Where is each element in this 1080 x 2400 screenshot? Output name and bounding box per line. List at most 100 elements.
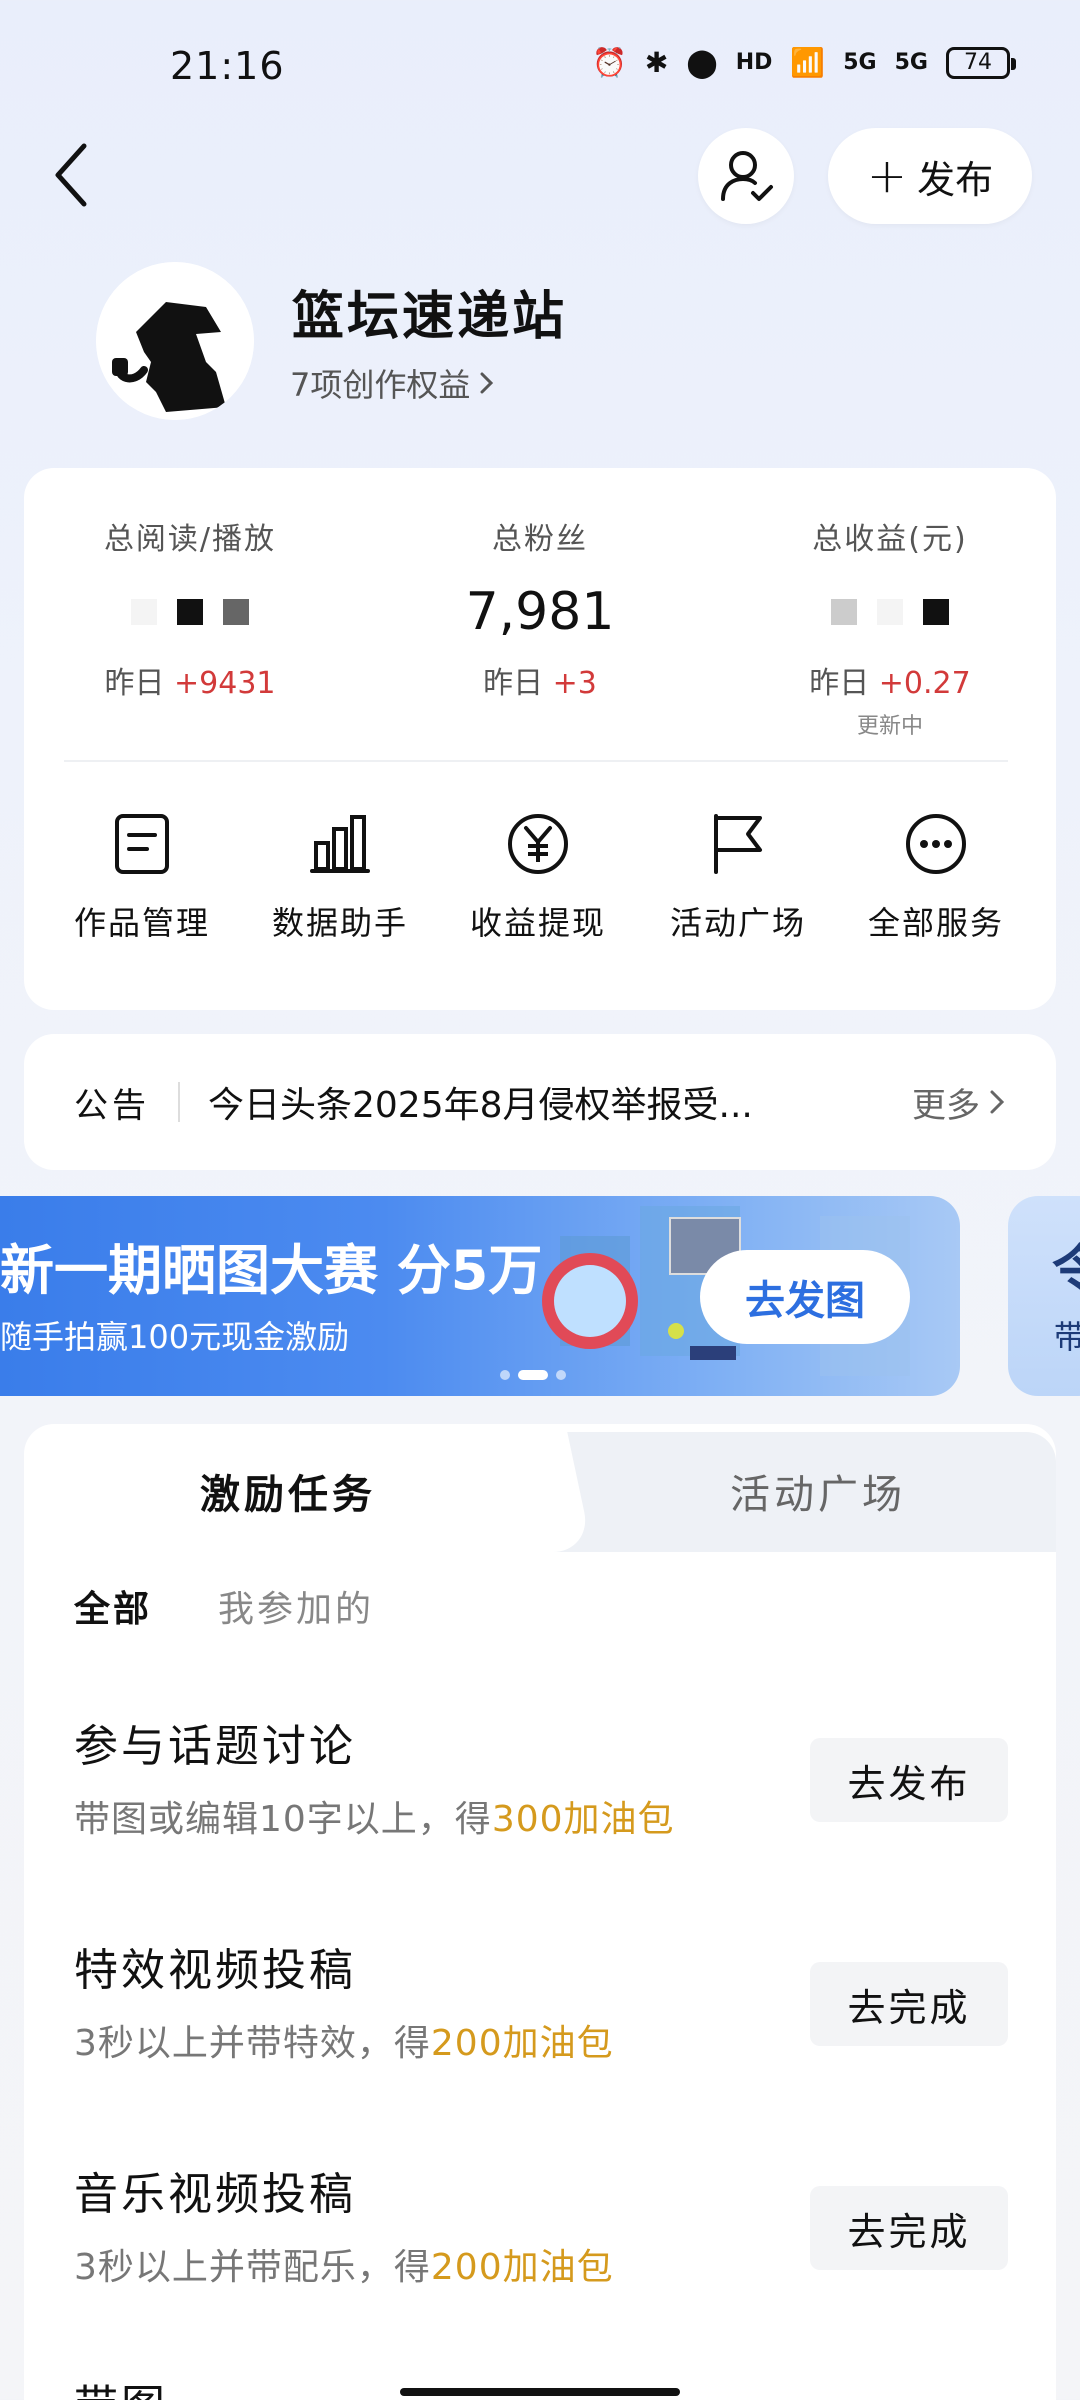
filter-all[interactable]: 全部 [74,1580,152,1632]
stat-total-income[interactable]: 总收益(元) 昨日 +0.27 更新中 [740,514,1040,740]
task-description: 带图或编辑10字以上，得300加油包 [74,1790,675,1842]
filter-joined[interactable]: 我参加的 [218,1580,374,1632]
chevron-right-icon [480,372,494,394]
wifi-icon: 📶 [790,46,826,79]
stat-label: 总阅读/播放 [103,522,277,557]
announcement-text[interactable]: 今日头条2025年8月侵权举报受... [208,1076,912,1128]
stat-value: 7,981 [465,582,615,642]
updating-label: 更新中 [856,714,923,739]
status-icons: ⏰ ✱ ⬤ HD 📶 5G 5G 74 [592,46,1016,79]
battery-icon: 74 [946,46,1016,79]
bar-chart-icon [308,812,372,876]
service-activity-square[interactable]: 活动广场 [648,812,828,944]
announcement-tag: 公告 [74,1085,150,1126]
task-title-partial: 带图 [74,2370,168,2400]
mask-block [923,599,949,625]
service-data-assistant[interactable]: 数据助手 [250,812,430,944]
yen-icon [506,812,570,876]
stat-total-fans[interactable]: 总粉丝 7,981 昨日 +3 [390,514,690,702]
avatar[interactable] [96,262,254,420]
account-name: 篮坛速递站 [292,287,568,347]
publish-button[interactable]: + 发布 [828,128,1032,224]
task-action-button[interactable]: 去发布 [810,1738,1008,1822]
delta-value: +0.27 [878,666,971,701]
service-label: 活动广场 [669,904,806,942]
back-button[interactable] [48,140,98,210]
banner-cta-button[interactable]: 去发图 [700,1250,910,1344]
more-icon [904,812,968,876]
tab-activity-square[interactable]: 活动广场 [730,1462,906,1520]
more-label: 更多 [912,1085,980,1126]
task-title: 音乐视频投稿 [74,2169,356,2220]
task-reward: 200加油包 [430,2247,614,2288]
user-follow-button[interactable] [698,128,794,224]
hd-icon: HD [735,50,773,75]
delta-prefix: 昨日 [809,666,870,701]
banner-title: 新一期晒图大赛 分5万 [0,1239,543,1302]
service-all-services[interactable]: 全部服务 [846,812,1026,944]
publish-label: 发布 [917,157,994,202]
user-check-icon [721,151,773,201]
task-description: 3秒以上并带特效，得200加油包 [74,2014,614,2066]
carousel-dot-active [518,1370,548,1380]
signal-2-icon: 5G [894,50,928,75]
stat-delta: 昨日 +0.27 [740,658,1040,702]
service-label: 全部服务 [867,904,1004,942]
alarm-icon: ⏰ [592,46,627,79]
task-description: 3秒以上并带配乐，得200加油包 [74,2238,614,2290]
status-time: 21:16 [170,44,285,88]
stat-delta: 昨日 +3 [390,658,690,702]
mask-block [131,599,157,625]
next-banner-subtitle: 带 [1054,1318,1080,1356]
delta-value: +3 [552,666,597,701]
stat-value-masked [740,580,1040,644]
announcement-more-link[interactable]: 更多 [912,1078,1006,1127]
carousel-dot [500,1370,510,1380]
mask-block [177,599,203,625]
mask-block [223,599,249,625]
task-desc-text: 带图或编辑10字以上，得 [74,1799,492,1840]
location-icon: ⬤ [686,46,718,79]
stat-total-reads[interactable]: 总阅读/播放 昨日 +9431 [40,514,340,702]
tab-incentive-tasks[interactable]: 激励任务 [200,1462,376,1520]
service-label: 数据助手 [271,904,408,942]
task-title: 参与话题讨论 [74,1721,356,1772]
task-action-button[interactable]: 去完成 [810,1962,1008,2046]
next-banner-title: 令 [1052,1239,1080,1302]
service-label: 作品管理 [73,904,210,942]
creator-rights-link[interactable]: 7项创作权益 [290,360,496,406]
creator-rights-label: 7项创作权益 [290,366,471,404]
delta-value: +9431 [174,666,276,701]
carousel-indicator [500,1370,566,1380]
plus-icon: + [866,148,908,204]
document-icon [110,812,174,876]
task-action-button[interactable]: 去完成 [810,2186,1008,2270]
task-reward: 300加油包 [491,1799,675,1840]
carousel-dot [556,1370,566,1380]
task-desc-text: 3秒以上并带配乐，得 [74,2247,431,2288]
stat-label: 总收益(元) [812,522,968,557]
chevron-left-icon [55,143,87,207]
task-title: 特效视频投稿 [74,1945,356,1996]
announcement-bar[interactable]: 公告 今日头条2025年8月侵权举报受... 更多 [24,1034,1056,1170]
mask-block [877,599,903,625]
divider [178,1082,180,1122]
mask-block [831,599,857,625]
stat-value-masked [40,580,340,644]
stat-delta: 昨日 +9431 [40,658,340,702]
service-income-withdraw[interactable]: 收益提现 [448,812,628,944]
task-reward: 200加油包 [430,2023,614,2064]
service-label: 收益提现 [469,904,606,942]
delta-prefix: 昨日 [483,666,544,701]
detective-silhouette-icon [96,262,254,420]
delta-prefix: 昨日 [104,666,165,701]
banner-subtitle: 随手拍赢100元现金激励 [0,1318,350,1356]
divider [64,760,1008,762]
service-works-management[interactable]: 作品管理 [52,812,232,944]
gesture-nav-bar[interactable] [400,2388,680,2396]
flag-icon [706,812,770,876]
signal-1-icon: 5G [843,50,877,75]
stat-label: 总粉丝 [492,522,588,557]
bluetooth-icon: ✱ [644,46,669,79]
task-desc-text: 3秒以上并带特效，得 [74,2023,431,2064]
